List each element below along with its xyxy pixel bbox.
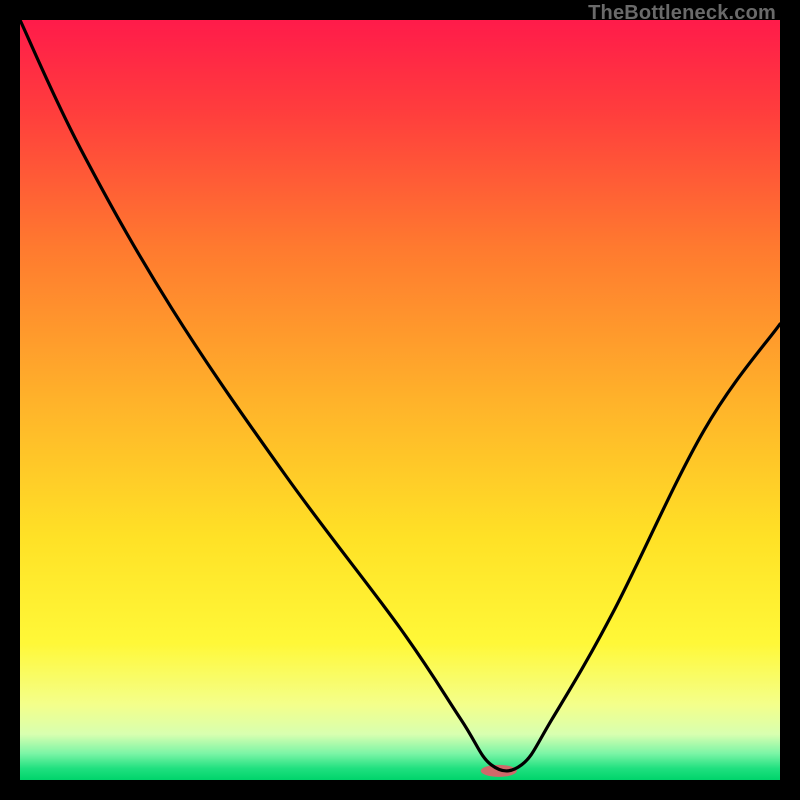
plot-area (20, 20, 780, 780)
bottleneck-chart (20, 20, 780, 780)
gradient-background (20, 20, 780, 780)
chart-frame: TheBottleneck.com (0, 0, 800, 800)
